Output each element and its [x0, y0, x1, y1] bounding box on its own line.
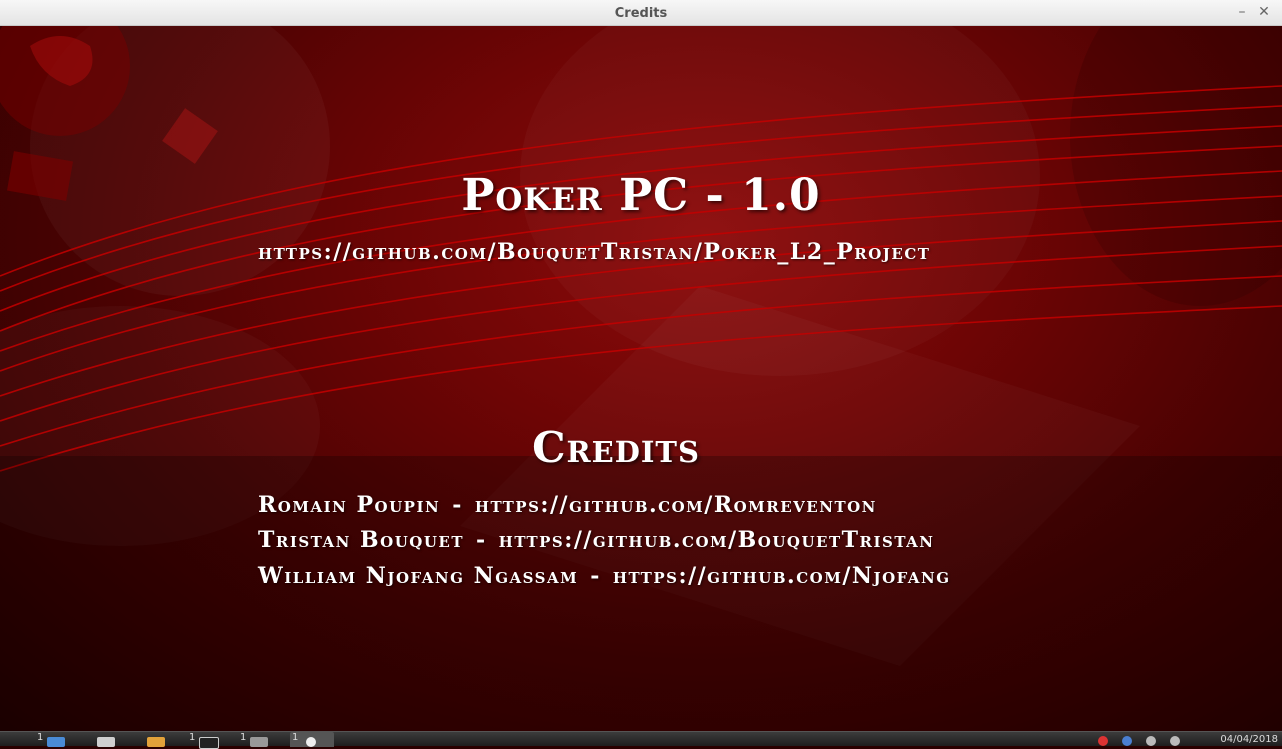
- taskbar-item-count: 1: [189, 732, 196, 743]
- volume-icon[interactable]: [1170, 736, 1180, 746]
- taskbar-item-count: 1: [292, 732, 299, 743]
- taskbar-item-count: 1: [37, 732, 44, 743]
- taskbar-item-poker[interactable]: 1: [290, 732, 334, 747]
- credit-line: Romain Poupin - https://github.com/Romreve…: [258, 492, 877, 518]
- clock[interactable]: 04/04/2018: [1220, 734, 1278, 745]
- taskbar-item-folder[interactable]: [85, 732, 129, 747]
- taskbar-item-window[interactable]: 1: [238, 732, 282, 747]
- taskbar-item-browser[interactable]: 1: [35, 732, 79, 747]
- bluetooth-icon[interactable]: [1122, 736, 1132, 746]
- credits-panel: Poker PC - 1.0 https://github.com/Bouque…: [0, 26, 1282, 731]
- credit-url-link[interactable]: https://github.com/BouquetTristan: [499, 527, 935, 553]
- credit-name: Romain Poupin: [258, 492, 441, 518]
- project-url-link[interactable]: https://github.com/BouquetTristan/Poker_…: [258, 239, 930, 265]
- credit-url-link[interactable]: https://github.com/Romreventon: [475, 492, 877, 518]
- credit-separator: -: [590, 563, 601, 589]
- network-icon[interactable]: [1098, 736, 1108, 746]
- credit-line: Tristan Bouquet - https://github.com/Bouqu…: [258, 527, 935, 553]
- window-title: Credits: [614, 6, 668, 21]
- credit-url-link[interactable]: https://github.com/Njofang: [613, 563, 951, 589]
- minimize-button[interactable]: –: [1233, 3, 1251, 21]
- terminal-icon: [199, 737, 219, 749]
- background-decoration: [0, 26, 1282, 731]
- credit-name: Tristan Bouquet: [258, 527, 465, 553]
- wifi-icon[interactable]: [1146, 736, 1156, 746]
- credit-line: William Njofang Ngassam - https://github.c…: [258, 563, 951, 589]
- taskbar: 1 1 1 1 04/04/2018: [0, 731, 1282, 749]
- taskbar-item-media[interactable]: [135, 732, 179, 747]
- window-title-bar: Credits – ✕: [0, 0, 1282, 26]
- credit-name: William Njofang Ngassam: [258, 563, 579, 589]
- credit-separator: -: [476, 527, 487, 553]
- credit-separator: -: [452, 492, 463, 518]
- taskbar-item-terminal[interactable]: 1: [187, 732, 231, 749]
- taskbar-item-count: 1: [240, 732, 247, 743]
- system-tray: 04/04/2018: [1092, 732, 1282, 747]
- credits-heading: Credits: [532, 423, 700, 472]
- app-title: Poker PC - 1.0: [461, 170, 821, 221]
- close-button[interactable]: ✕: [1255, 3, 1273, 21]
